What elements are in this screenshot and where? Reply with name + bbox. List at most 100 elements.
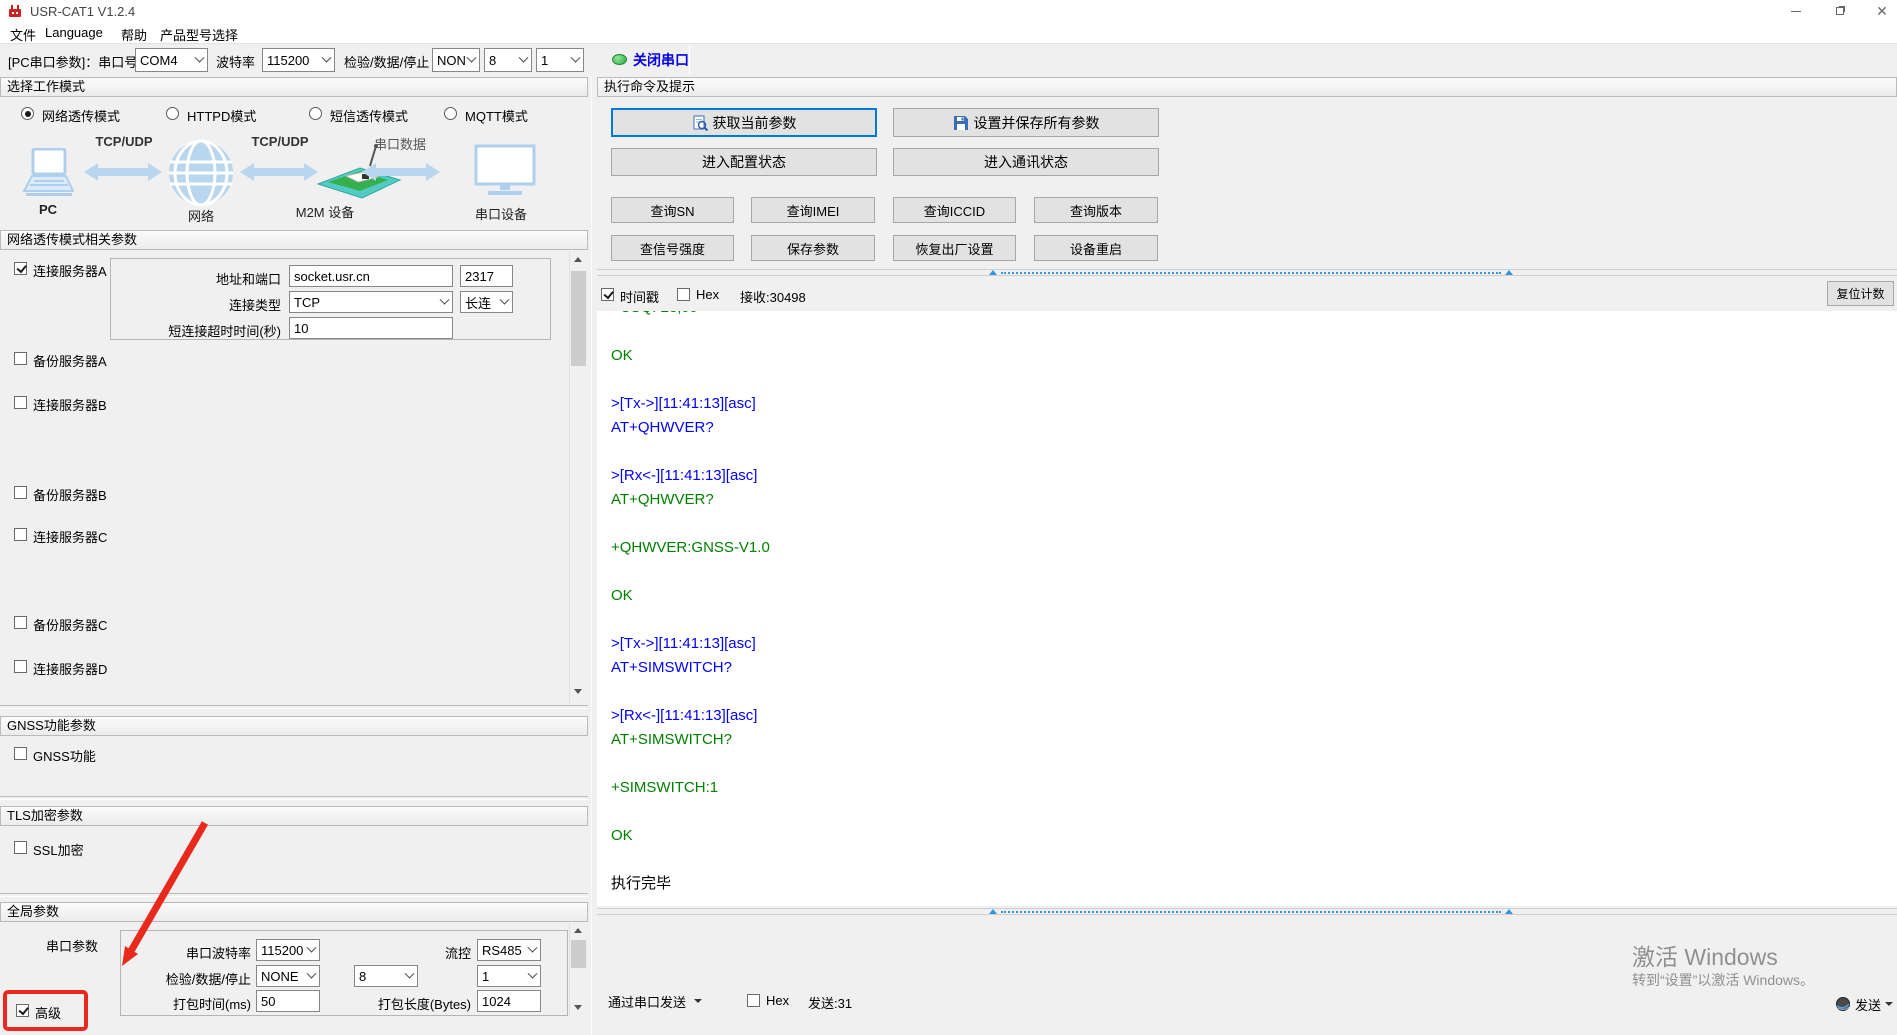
checkbox-gnss[interactable] bbox=[14, 747, 27, 760]
close-button[interactable]: ✕ bbox=[1862, 0, 1897, 22]
radio-sms-mode[interactable] bbox=[309, 107, 322, 120]
panel-divider[interactable] bbox=[591, 77, 592, 1035]
menu-item-language[interactable]: Language bbox=[45, 25, 103, 40]
serial-params-label: 串口参数 bbox=[46, 936, 98, 955]
log-line: OK bbox=[611, 824, 1897, 848]
send-via-serial-button[interactable]: 通过串口发送 bbox=[601, 988, 701, 1014]
node-label-network: 网络 bbox=[176, 206, 226, 225]
checkbox-label-server-a: 连接服务器A bbox=[33, 261, 107, 280]
radio-net-transparent-mode[interactable] bbox=[21, 107, 34, 120]
server-a-address-input[interactable]: socket.usr.cn bbox=[289, 265, 453, 287]
serial-baud-select[interactable]: 115200 bbox=[256, 939, 320, 961]
query-signal-button[interactable]: 查信号强度 bbox=[611, 235, 734, 261]
left-panel-scrollbar[interactable] bbox=[569, 251, 586, 703]
checkbox-timestamp[interactable] bbox=[601, 288, 614, 301]
pack-time-input[interactable]: 50 bbox=[256, 990, 320, 1012]
chevron-down-icon bbox=[694, 999, 702, 1003]
log-output-area[interactable]: +CSQ: 23,99 OK >[Tx->][11:41:13][asc] AT… bbox=[597, 311, 1897, 906]
checkbox-ssl[interactable] bbox=[14, 841, 27, 854]
menu-item-file[interactable]: 文件 bbox=[10, 25, 36, 44]
restore-button[interactable] bbox=[1820, 0, 1860, 22]
menu-item-model-select[interactable]: 产品型号选择 bbox=[160, 25, 238, 44]
reboot-device-button[interactable]: 设备重启 bbox=[1034, 235, 1158, 261]
query-sn-button[interactable]: 查询SN bbox=[611, 197, 734, 223]
checkbox-server-d[interactable] bbox=[14, 660, 27, 673]
query-version-button[interactable]: 查询版本 bbox=[1034, 197, 1158, 223]
serial-databits-select[interactable]: 8 bbox=[354, 965, 418, 987]
log-line: AT+QHWVER? bbox=[611, 416, 1897, 440]
checkbox-server-b[interactable] bbox=[14, 396, 27, 409]
reset-counter-button[interactable]: 复位计数 bbox=[1827, 281, 1894, 306]
splitter-collapse-icon[interactable] bbox=[1505, 909, 1513, 914]
scrollbar-thumb[interactable] bbox=[571, 271, 586, 366]
windows-activation-watermark-sub: 转到“设置”以激活 Windows。 bbox=[1632, 970, 1814, 990]
checkbox-server-c[interactable] bbox=[14, 528, 27, 541]
chevron-down-icon bbox=[405, 968, 415, 978]
checkbox-server-a[interactable] bbox=[14, 262, 27, 275]
scroll-up-icon[interactable] bbox=[574, 928, 582, 933]
send-button[interactable]: 发送 bbox=[1835, 992, 1895, 1016]
log-line bbox=[611, 848, 1897, 872]
arrow-pc-network-icon bbox=[84, 160, 162, 184]
horizontal-splitter[interactable] bbox=[597, 908, 1897, 915]
checkbox-label-backup-server-b: 备份服务器B bbox=[33, 485, 107, 504]
flow-control-select[interactable]: RS485 bbox=[477, 939, 541, 961]
stopbits-select[interactable]: 1 bbox=[536, 48, 584, 72]
scrollbar-thumb[interactable] bbox=[571, 940, 586, 968]
checkbox-tx-hex[interactable] bbox=[747, 994, 760, 1007]
checkbox-backup-server-b[interactable] bbox=[14, 486, 27, 499]
pc-serial-label: [PC串口参数]：串口号 bbox=[8, 52, 137, 71]
splitter-collapse-icon[interactable] bbox=[1505, 270, 1513, 275]
conn-type-select[interactable]: TCP bbox=[289, 291, 453, 313]
menu-item-help[interactable]: 帮助 bbox=[121, 25, 147, 44]
serial-parity-label: 检验/数据/停止 bbox=[141, 969, 251, 988]
splitter-collapse-icon[interactable] bbox=[989, 909, 997, 914]
log-line: >[Tx->][11:41:13][asc] bbox=[611, 392, 1897, 416]
enter-comm-button[interactable]: 进入通讯状态 bbox=[893, 148, 1159, 176]
log-line bbox=[611, 368, 1897, 392]
get-params-button[interactable]: 获取当前参数 bbox=[611, 108, 877, 137]
com-port-select[interactable]: COM4 bbox=[135, 48, 208, 72]
radio-mqtt-mode[interactable] bbox=[444, 107, 457, 120]
enter-config-button[interactable]: 进入配置状态 bbox=[611, 148, 877, 176]
close-port-button[interactable]: 关闭串口 bbox=[633, 50, 689, 70]
pack-len-input[interactable]: 1024 bbox=[477, 990, 541, 1012]
section-separator bbox=[0, 796, 588, 800]
databits-select[interactable]: 8 bbox=[484, 48, 532, 72]
checkbox-label-ssl: SSL加密 bbox=[33, 840, 84, 859]
section-header-work-mode: 选择工作模式 bbox=[0, 77, 588, 97]
log-line bbox=[611, 800, 1897, 824]
query-imei-button[interactable]: 查询IMEI bbox=[751, 197, 875, 223]
checkbox-backup-server-a[interactable] bbox=[14, 352, 27, 365]
keepalive-select[interactable]: 长连 bbox=[460, 291, 513, 313]
save-all-params-button[interactable]: 设置并保存所有参数 bbox=[893, 108, 1159, 137]
port-open-led-icon bbox=[612, 54, 627, 65]
scroll-down-icon[interactable] bbox=[574, 1005, 582, 1010]
radio-label-sms: 短信透传模式 bbox=[330, 106, 408, 125]
factory-reset-button[interactable]: 恢复出厂设置 bbox=[893, 235, 1016, 261]
splitter-dots bbox=[1001, 911, 1501, 913]
checkbox-advanced[interactable] bbox=[16, 1004, 29, 1017]
windows-activation-watermark: 激活 Windows bbox=[1632, 938, 1778, 972]
section-header-tls: TLS加密参数 bbox=[0, 806, 588, 826]
short-conn-timeout-input[interactable]: 10 bbox=[289, 317, 453, 339]
global-panel-scrollbar[interactable] bbox=[569, 923, 586, 1017]
splitter-collapse-icon[interactable] bbox=[989, 270, 997, 275]
scroll-up-icon[interactable] bbox=[574, 257, 582, 262]
server-a-port-input[interactable]: 2317 bbox=[460, 265, 513, 287]
splitter-dots bbox=[1001, 272, 1501, 274]
save-params-button[interactable]: 保存参数 bbox=[751, 235, 875, 261]
query-iccid-button[interactable]: 查询ICCID bbox=[893, 197, 1016, 223]
checkbox-rx-hex[interactable] bbox=[677, 288, 690, 301]
parity-select[interactable]: NONI bbox=[432, 48, 480, 72]
radio-httpd-mode[interactable] bbox=[166, 107, 179, 120]
checkbox-backup-server-c[interactable] bbox=[14, 616, 27, 629]
minimize-button[interactable] bbox=[1776, 0, 1816, 22]
chevron-down-icon bbox=[307, 968, 317, 978]
serial-parity-select[interactable]: NONE bbox=[256, 965, 320, 987]
scroll-down-icon[interactable] bbox=[574, 689, 582, 694]
log-line: +QHWVER:GNSS-V1.0 bbox=[611, 536, 1897, 560]
baud-select[interactable]: 115200 bbox=[262, 48, 335, 72]
horizontal-splitter[interactable] bbox=[597, 269, 1897, 276]
serial-stopbits-select[interactable]: 1 bbox=[477, 965, 541, 987]
